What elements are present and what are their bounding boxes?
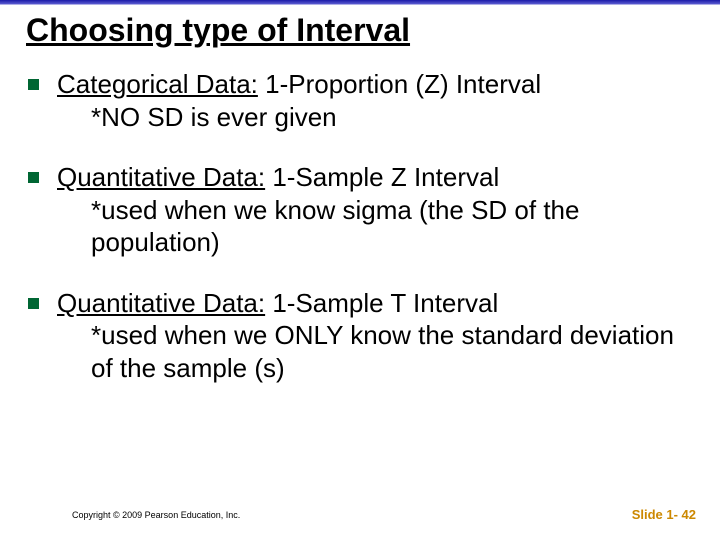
accent-bar (0, 0, 720, 5)
bullet-sub: *used when we know sigma (the SD of the … (91, 194, 696, 259)
bullet-lead: Categorical Data: (57, 69, 258, 99)
bullet-square-icon (28, 172, 39, 183)
bullet-body: Quantitative Data: 1-Sample T Interval *… (57, 287, 696, 385)
slide-title: Choosing type of Interval (26, 12, 410, 49)
bullet-rest: 1-Sample T Interval (265, 288, 498, 318)
list-item: Quantitative Data: 1-Sample Z Interval *… (28, 161, 696, 259)
bullet-square-icon (28, 79, 39, 90)
bullet-body: Quantitative Data: 1-Sample Z Interval *… (57, 161, 696, 259)
bullet-body: Categorical Data: 1-Proportion (Z) Inter… (57, 68, 696, 133)
list-item: Quantitative Data: 1-Sample T Interval *… (28, 287, 696, 385)
content-area: Categorical Data: 1-Proportion (Z) Inter… (28, 68, 696, 412)
bullet-square-icon (28, 298, 39, 309)
bullet-sub: *used when we ONLY know the standard dev… (91, 319, 696, 384)
bullet-lead: Quantitative Data: (57, 162, 265, 192)
bullet-rest: 1-Proportion (Z) Interval (258, 69, 541, 99)
slide-number: Slide 1- 42 (632, 507, 696, 522)
bullet-sub: *NO SD is ever given (91, 101, 696, 134)
copyright-text: Copyright © 2009 Pearson Education, Inc. (72, 510, 240, 520)
bullet-lead: Quantitative Data: (57, 288, 265, 318)
bullet-rest: 1-Sample Z Interval (265, 162, 499, 192)
list-item: Categorical Data: 1-Proportion (Z) Inter… (28, 68, 696, 133)
